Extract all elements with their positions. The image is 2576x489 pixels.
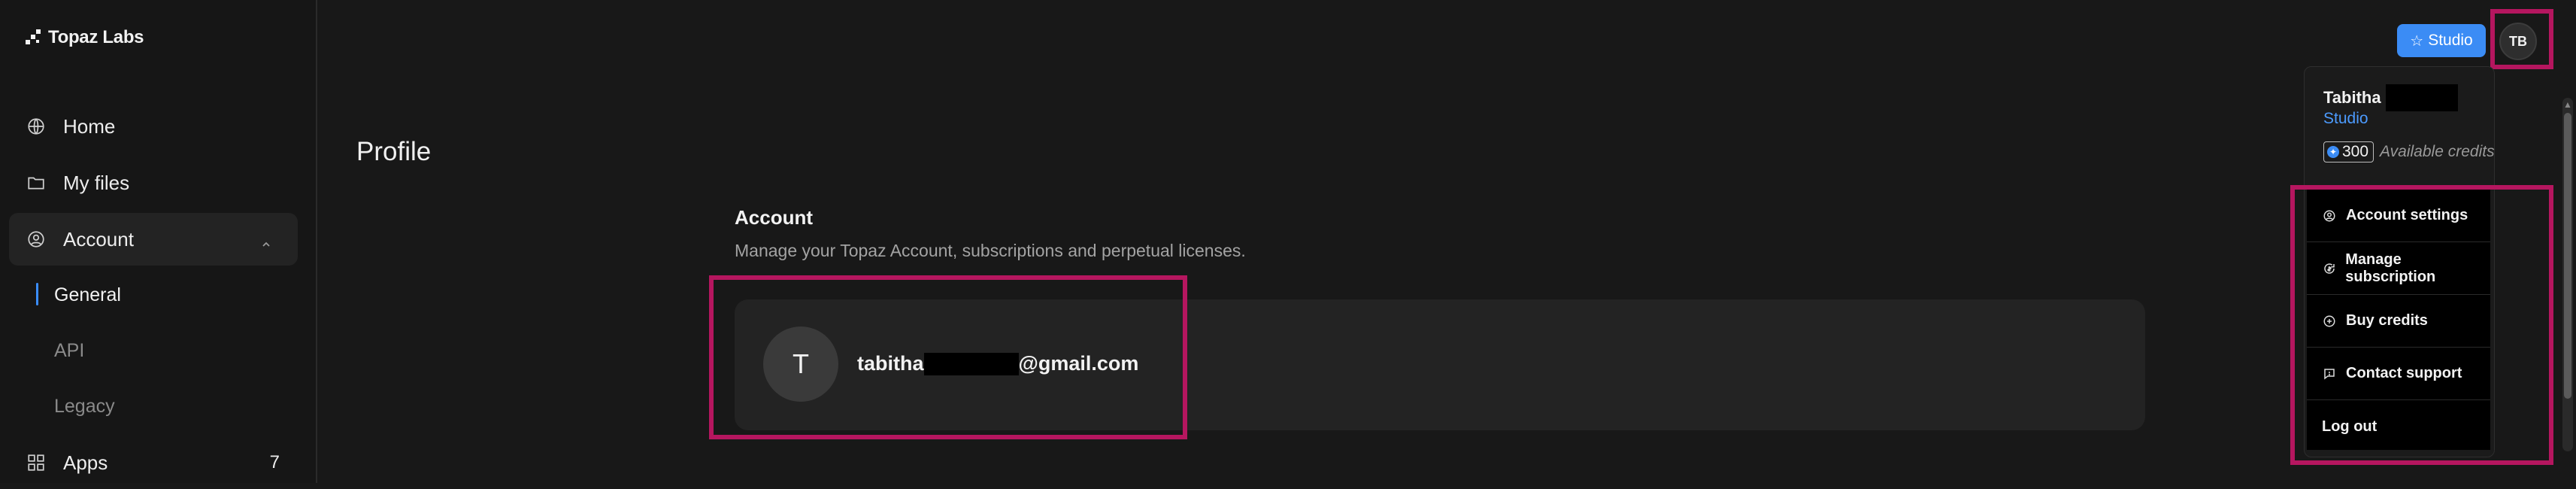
sidebar-item-label: Apps: [63, 451, 108, 474]
sidebar: Topaz Labs Home My files Account General…: [0, 0, 317, 483]
dropdown-plan: Studio: [2323, 110, 2368, 127]
home-icon: [26, 116, 47, 137]
dropdown-user-name: Tabitha: [2323, 84, 2458, 111]
sidebar-subitem-label: General: [54, 284, 121, 305]
grid-icon: [26, 452, 47, 473]
apps-count: 7: [269, 452, 280, 472]
section-description: Manage your Topaz Account, subscriptions…: [735, 241, 1246, 260]
sidebar-subitem-label: Legacy: [54, 395, 115, 417]
sidebar-subitem-legacy[interactable]: Legacy: [36, 391, 115, 421]
topaz-logo-mark-icon: [26, 29, 42, 46]
sidebar-item-home[interactable]: Home: [9, 100, 298, 153]
dropdown-credits: ✦ 300 Available credits: [2323, 141, 2495, 162]
star-icon: ☆: [2410, 32, 2424, 50]
scroll-up-arrow-icon[interactable]: ▲: [2563, 99, 2572, 110]
credits-value: 300: [2342, 143, 2369, 160]
studio-plan-button[interactable]: ☆ Studio: [2397, 24, 2486, 57]
brand-name: Topaz Labs: [48, 27, 144, 47]
credits-badge: ✦ 300: [2323, 141, 2374, 162]
redaction-block: [2385, 84, 2458, 111]
sidebar-item-my-files[interactable]: My files: [9, 156, 298, 209]
sidebar-item-label: Account: [63, 227, 134, 251]
user-avatar-button[interactable]: TB: [2499, 23, 2537, 60]
sidebar-subitem-label: API: [54, 339, 85, 361]
sidebar-item-apps[interactable]: Apps 7: [9, 436, 298, 489]
user-first-name: Tabitha: [2323, 88, 2381, 107]
folder-icon: [26, 172, 47, 193]
chevron-up-icon[interactable]: [260, 232, 272, 256]
highlight-box-account: [709, 275, 1187, 439]
avatar-initials: TB: [2509, 33, 2527, 49]
studio-label: Studio: [2428, 32, 2473, 49]
section-title: Account: [735, 206, 813, 229]
credit-coin-icon: ✦: [2327, 146, 2339, 158]
sidebar-item-label: Home: [63, 114, 116, 138]
credits-label: Available credits: [2380, 143, 2495, 160]
sidebar-item-account[interactable]: Account: [9, 213, 298, 266]
sidebar-subitem-general[interactable]: General: [36, 280, 121, 310]
sidebar-subitem-api[interactable]: API: [36, 336, 84, 366]
page-title: Profile: [356, 137, 432, 166]
sidebar-item-label: My files: [63, 171, 130, 194]
user-circle-icon: [26, 229, 47, 250]
scrollbar-thumb[interactable]: [2564, 113, 2571, 399]
topaz-logo[interactable]: Topaz Labs: [26, 27, 144, 48]
highlight-box-menu: [2290, 185, 2553, 465]
